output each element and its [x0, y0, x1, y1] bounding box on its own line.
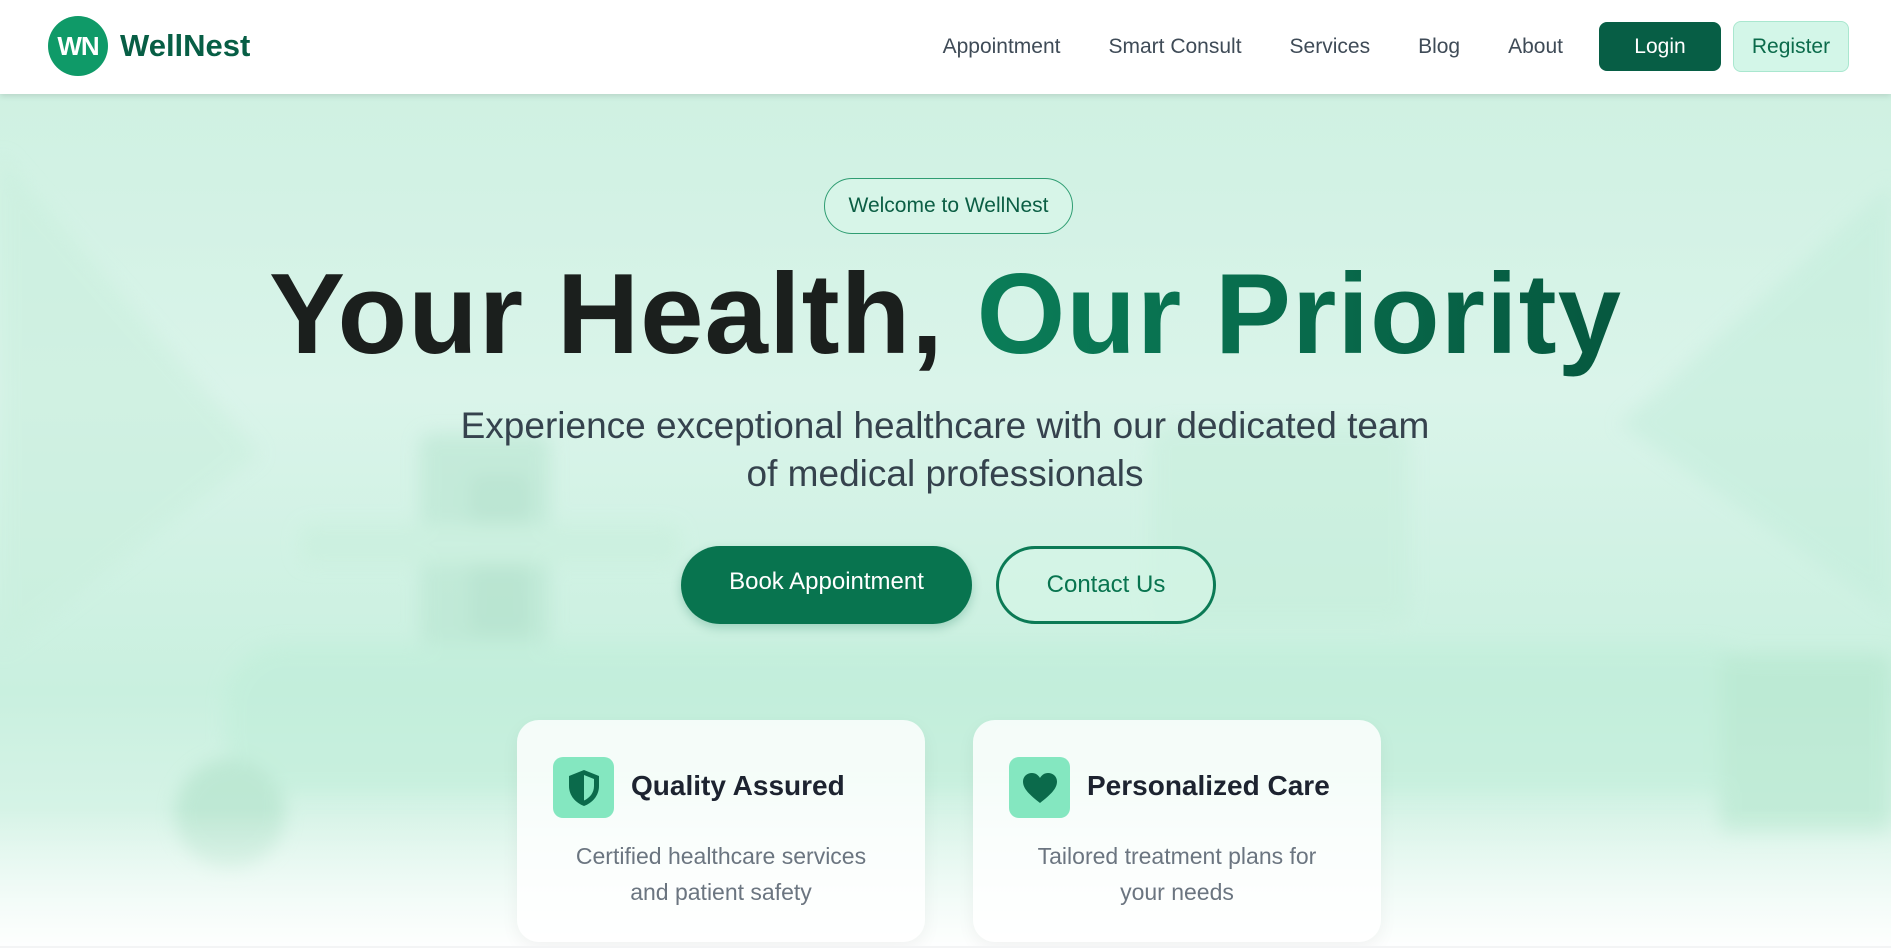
headline-primary-text: Your Health,	[268, 251, 977, 378]
hero-section: Welcome to WellNest Your Health, Our Pri…	[0, 94, 1891, 948]
main-nav: Appointment Smart Consult Services Blog …	[919, 21, 1849, 72]
feature-title: Quality Assured	[631, 770, 845, 801]
feature-card-personalized: Personalized Care Tailored treatment pla…	[973, 720, 1381, 942]
contact-us-button[interactable]: Contact Us	[996, 546, 1216, 624]
logo-badge: WN	[48, 16, 108, 76]
nav-blog[interactable]: Blog	[1418, 35, 1460, 59]
feature-title: Personalized Care	[1087, 770, 1330, 801]
feature-description: Tailored treatment plans for your needs	[1037, 843, 1317, 905]
nav-appointment[interactable]: Appointment	[943, 35, 1061, 59]
register-button[interactable]: Register	[1733, 21, 1849, 72]
shield-icon	[553, 757, 614, 818]
book-appointment-button[interactable]: Book Appointment	[681, 546, 972, 624]
top-navbar: WN WellNest Appointment Smart Consult Se…	[0, 0, 1891, 94]
heart-icon	[1009, 757, 1070, 818]
nav-services[interactable]: Services	[1290, 35, 1371, 59]
nav-about[interactable]: About	[1508, 35, 1563, 59]
hero-headline: Your Health, Our Priority	[0, 252, 1891, 377]
feature-card-quality: Quality Assured Certified healthcare ser…	[517, 720, 925, 942]
nav-smart-consult[interactable]: Smart Consult	[1109, 35, 1242, 59]
hero-subtitle: Experience exceptional healthcare with o…	[460, 405, 1430, 494]
brand-name: WellNest	[120, 28, 251, 63]
login-button[interactable]: Login	[1599, 22, 1721, 71]
hero-fade-overlay	[0, 808, 1891, 948]
welcome-badge: Welcome to WellNest	[824, 178, 1073, 234]
feature-description: Certified healthcare services and patien…	[575, 843, 867, 905]
logo-initials: WN	[57, 30, 99, 61]
brand-logo-link[interactable]: WN WellNest	[48, 16, 250, 76]
headline-accent-text: Our Priority	[976, 251, 1623, 378]
